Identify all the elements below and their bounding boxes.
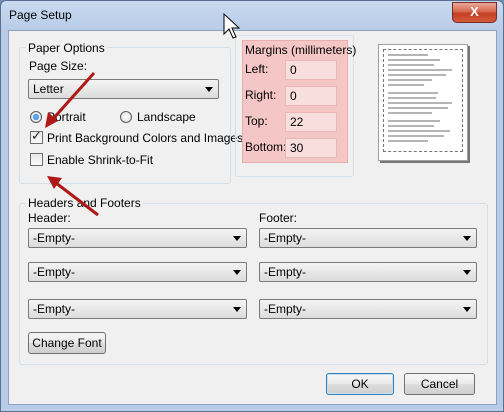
header-select-2[interactable]: -Empty- <box>28 262 247 282</box>
header-select-value: -Empty- <box>33 302 75 316</box>
cancel-button[interactable]: Cancel <box>404 373 475 395</box>
portrait-radio[interactable] <box>30 111 42 123</box>
preview-text-line <box>388 107 448 109</box>
landscape-radio[interactable] <box>120 111 132 123</box>
margin-left-input[interactable]: 0 <box>285 60 337 80</box>
preview-text-line <box>388 135 444 137</box>
close-button[interactable]: X <box>452 2 497 23</box>
margin-bottom-label: Bottom: <box>245 140 287 154</box>
print-background-label[interactable]: Print Background Colors and Images <box>47 131 243 145</box>
margin-left-label: Left: <box>245 62 269 76</box>
paper-options-label: Paper Options <box>26 41 107 55</box>
chevron-down-icon <box>205 87 213 92</box>
preview-text-line <box>388 84 424 86</box>
print-background-checkbox[interactable] <box>30 129 43 144</box>
preview-text-line <box>388 54 428 56</box>
page-size-value: Letter <box>33 82 64 96</box>
preview-text-line <box>388 69 452 71</box>
preview-text-line <box>388 64 434 66</box>
preview-text-line <box>388 74 446 76</box>
margin-bottom-input[interactable]: 30 <box>285 138 337 158</box>
chevron-down-icon <box>463 236 471 241</box>
footer-label: Footer: <box>259 211 298 225</box>
preview-text-line <box>388 130 450 132</box>
preview-text-line <box>388 140 428 142</box>
preview-text-line <box>388 112 432 114</box>
header-select-value: -Empty- <box>33 231 75 245</box>
page-setup-dialog: Page Setup X Paper Options Page Size: Le… <box>0 0 504 412</box>
page-size-select[interactable]: Letter <box>28 79 219 99</box>
preview-text-line <box>388 120 440 122</box>
footer-select-3[interactable]: -Empty- <box>259 299 477 319</box>
preview-text-line <box>388 59 440 61</box>
window-title: Page Setup <box>9 8 72 22</box>
footer-select-value: -Empty- <box>264 231 306 245</box>
footer-select-2[interactable]: -Empty- <box>259 262 477 282</box>
footer-select-1[interactable]: -Empty- <box>259 228 477 248</box>
headers-footers-label: Headers and Footers <box>26 196 143 210</box>
header-select-value: -Empty- <box>33 265 75 279</box>
preview-margin-outline <box>383 49 463 152</box>
chevron-down-icon <box>463 270 471 275</box>
landscape-label[interactable]: Landscape <box>137 110 196 124</box>
shrink-to-fit-checkbox[interactable] <box>30 153 43 166</box>
header-label: Header: <box>28 211 71 225</box>
margin-top-input[interactable]: 22 <box>285 112 337 132</box>
ok-button[interactable]: OK <box>326 373 394 395</box>
page-preview <box>378 44 468 161</box>
preview-text-line <box>388 97 436 99</box>
footer-select-value: -Empty- <box>264 302 306 316</box>
margin-right-input[interactable]: 0 <box>285 86 337 106</box>
header-select-3[interactable]: -Empty- <box>28 299 247 319</box>
chevron-down-icon <box>233 236 241 241</box>
margin-top-label: Top: <box>245 114 268 128</box>
portrait-label[interactable]: Portrait <box>47 110 86 124</box>
change-font-button[interactable]: Change Font <box>28 332 106 354</box>
margins-label: Margins (millimeters) <box>245 43 357 57</box>
header-select-1[interactable]: -Empty- <box>28 228 247 248</box>
chevron-down-icon <box>463 307 471 312</box>
preview-text-line <box>388 92 438 94</box>
page-size-label: Page Size: <box>29 59 88 73</box>
preview-text-line <box>388 79 432 81</box>
preview-text-line <box>388 102 452 104</box>
chevron-down-icon <box>233 270 241 275</box>
dialog-body: Paper Options Page Size: Letter Portrait… <box>8 30 497 405</box>
preview-text-line <box>388 125 434 127</box>
shrink-to-fit-label[interactable]: Enable Shrink-to-Fit <box>47 153 153 167</box>
margin-right-label: Right: <box>245 88 277 102</box>
title-bar: Page Setup X <box>1 1 503 29</box>
footer-select-value: -Empty- <box>264 265 306 279</box>
chevron-down-icon <box>233 307 241 312</box>
